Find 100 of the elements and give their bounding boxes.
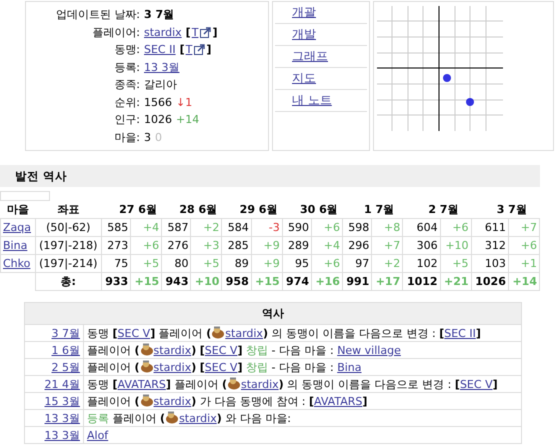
- table-cell: +7: [372, 236, 403, 254]
- table-cell: 75: [101, 254, 131, 272]
- table-cell: 312: [471, 236, 508, 254]
- menu-link[interactable]: 개발: [275, 24, 367, 46]
- player-link[interactable]: stardix: [225, 326, 263, 340]
- village-change: 0: [155, 130, 162, 144]
- external-link[interactable]: T: [192, 26, 198, 39]
- value-link[interactable]: stardix: [144, 26, 182, 39]
- player-link[interactable]: stardix: [154, 344, 192, 356]
- table-cell: 584: [222, 218, 252, 236]
- table-cell: +4: [312, 236, 342, 254]
- table-cell: (197|-218): [35, 236, 102, 254]
- table-cell: 285: [222, 236, 252, 254]
- population-change: +14: [176, 113, 200, 126]
- value-link[interactable]: SEC II: [144, 43, 176, 56]
- field-label: 플레이어:: [91, 24, 141, 40]
- table-cell: +17: [372, 272, 403, 290]
- player-link[interactable]: stardix: [179, 412, 217, 424]
- field-label: 업데이트된 날짜:: [54, 7, 141, 22]
- table-cell: 289: [282, 236, 312, 254]
- field-value: 3 7월: [144, 7, 174, 22]
- entry-link[interactable]: SEC V: [118, 326, 150, 340]
- table-cell: 1012: [402, 272, 440, 290]
- table-cell: +3: [190, 236, 222, 254]
- field-value: 갈리아: [144, 77, 177, 92]
- table-cell: 974: [282, 272, 312, 290]
- table-cell: 273: [101, 236, 131, 254]
- history-entry: 플레이어 ( stardix) [SEC V] 창립 - 다음 마을 : Bina: [84, 358, 522, 376]
- menu-link[interactable]: 내 노트: [275, 90, 367, 112]
- player-link[interactable]: stardix: [154, 360, 192, 374]
- history-entry: 플레이어 ( stardix) [SEC V] 창립 - 다음 마을 : New village: [84, 342, 522, 358]
- table-cell: +15: [251, 272, 282, 290]
- entry-link[interactable]: New village: [337, 344, 401, 356]
- table-cell: 95: [282, 254, 312, 272]
- bracket: ]: [206, 43, 212, 56]
- table-cell: 958: [222, 272, 252, 290]
- table-cell: +7: [508, 218, 540, 236]
- table-cell: +21: [440, 272, 472, 290]
- bracket: ]: [212, 26, 218, 39]
- entry-link[interactable]: Bina: [337, 360, 362, 374]
- table-cell: +6: [440, 218, 472, 236]
- table-cell: 89: [222, 254, 252, 272]
- table-cell: +15: [130, 272, 162, 290]
- external-link[interactable]: T: [186, 43, 192, 56]
- rank-change: ↓1: [176, 96, 192, 109]
- section-title: 발전 역사: [15, 168, 68, 184]
- table-cell: +5: [440, 254, 472, 272]
- table-cell: 총:: [35, 272, 102, 290]
- table-cell: 1026: [471, 272, 508, 290]
- menu-link[interactable]: 개괄: [275, 2, 367, 24]
- table-cell: +5: [190, 254, 222, 272]
- table-cell: 991: [342, 272, 372, 290]
- table-cell: +2: [190, 218, 222, 236]
- table-cell: 102: [402, 254, 440, 272]
- value-link[interactable]: 13 3월: [144, 60, 180, 75]
- table-cell: +2: [372, 254, 403, 272]
- field-value: 3: [144, 130, 151, 144]
- history-entry: 등록 플레이어 ( stardix) 와 다음 마을:: [84, 410, 522, 426]
- table-cell: +1: [508, 254, 540, 272]
- table-cell: +6: [312, 218, 342, 236]
- entry-link[interactable]: SEC V: [204, 344, 238, 356]
- table-cell: +6: [508, 236, 540, 254]
- table-cell: (197|-214): [35, 254, 102, 272]
- player-link[interactable]: stardix: [154, 394, 192, 408]
- table-cell: +8: [372, 218, 403, 236]
- field-label: 동맹:: [113, 42, 141, 58]
- field-label: 등록:: [113, 60, 141, 75]
- column-header: 역사: [24, 302, 522, 324]
- field-value: 1566: [144, 96, 172, 109]
- entry-link[interactable]: SEC V: [204, 360, 238, 374]
- table-cell: +14: [508, 272, 540, 290]
- field-label: 인구:: [113, 112, 141, 128]
- table-cell: +6: [312, 254, 342, 272]
- entry-link[interactable]: Alof: [87, 428, 108, 442]
- bracket: [: [180, 43, 185, 56]
- entry-link[interactable]: AVATARS: [314, 394, 362, 408]
- field-value: 1026: [144, 113, 172, 126]
- table-cell: 933: [101, 272, 131, 290]
- table-cell: 296: [342, 236, 372, 254]
- entry-link[interactable]: AVATARS: [118, 378, 166, 390]
- table-cell: +10: [190, 272, 222, 290]
- table-cell: +9: [251, 236, 282, 254]
- entry-link[interactable]: SEC V: [460, 378, 493, 390]
- bracket: [: [186, 26, 191, 39]
- table-cell: +4: [130, 218, 162, 236]
- field-label: 순위:: [113, 94, 141, 110]
- history-entry: 동맹 [AVATARS] 플레이어 ( stardix) 의 동맹이 이름을 다음으로 변경 : [SEC V]: [84, 376, 522, 392]
- table-cell: 97: [342, 254, 372, 272]
- table-cell: 590: [282, 218, 312, 236]
- table-cell: +10: [440, 236, 472, 254]
- player-link[interactable]: stardix: [240, 378, 279, 390]
- table-cell: (50|-62): [35, 218, 102, 236]
- menu-link[interactable]: 그래프: [275, 46, 367, 68]
- table-cell: +5: [130, 254, 162, 272]
- history-entry: 플레이어 ( stardix) 가 다음 동맹에 참여 : [AVATARS]: [84, 392, 522, 410]
- table-cell: +9: [251, 254, 282, 272]
- table-cell: 598: [342, 218, 372, 236]
- table-cell: -3: [251, 218, 282, 236]
- menu-link[interactable]: 지도: [275, 68, 367, 90]
- entry-link[interactable]: SEC II: [444, 326, 476, 340]
